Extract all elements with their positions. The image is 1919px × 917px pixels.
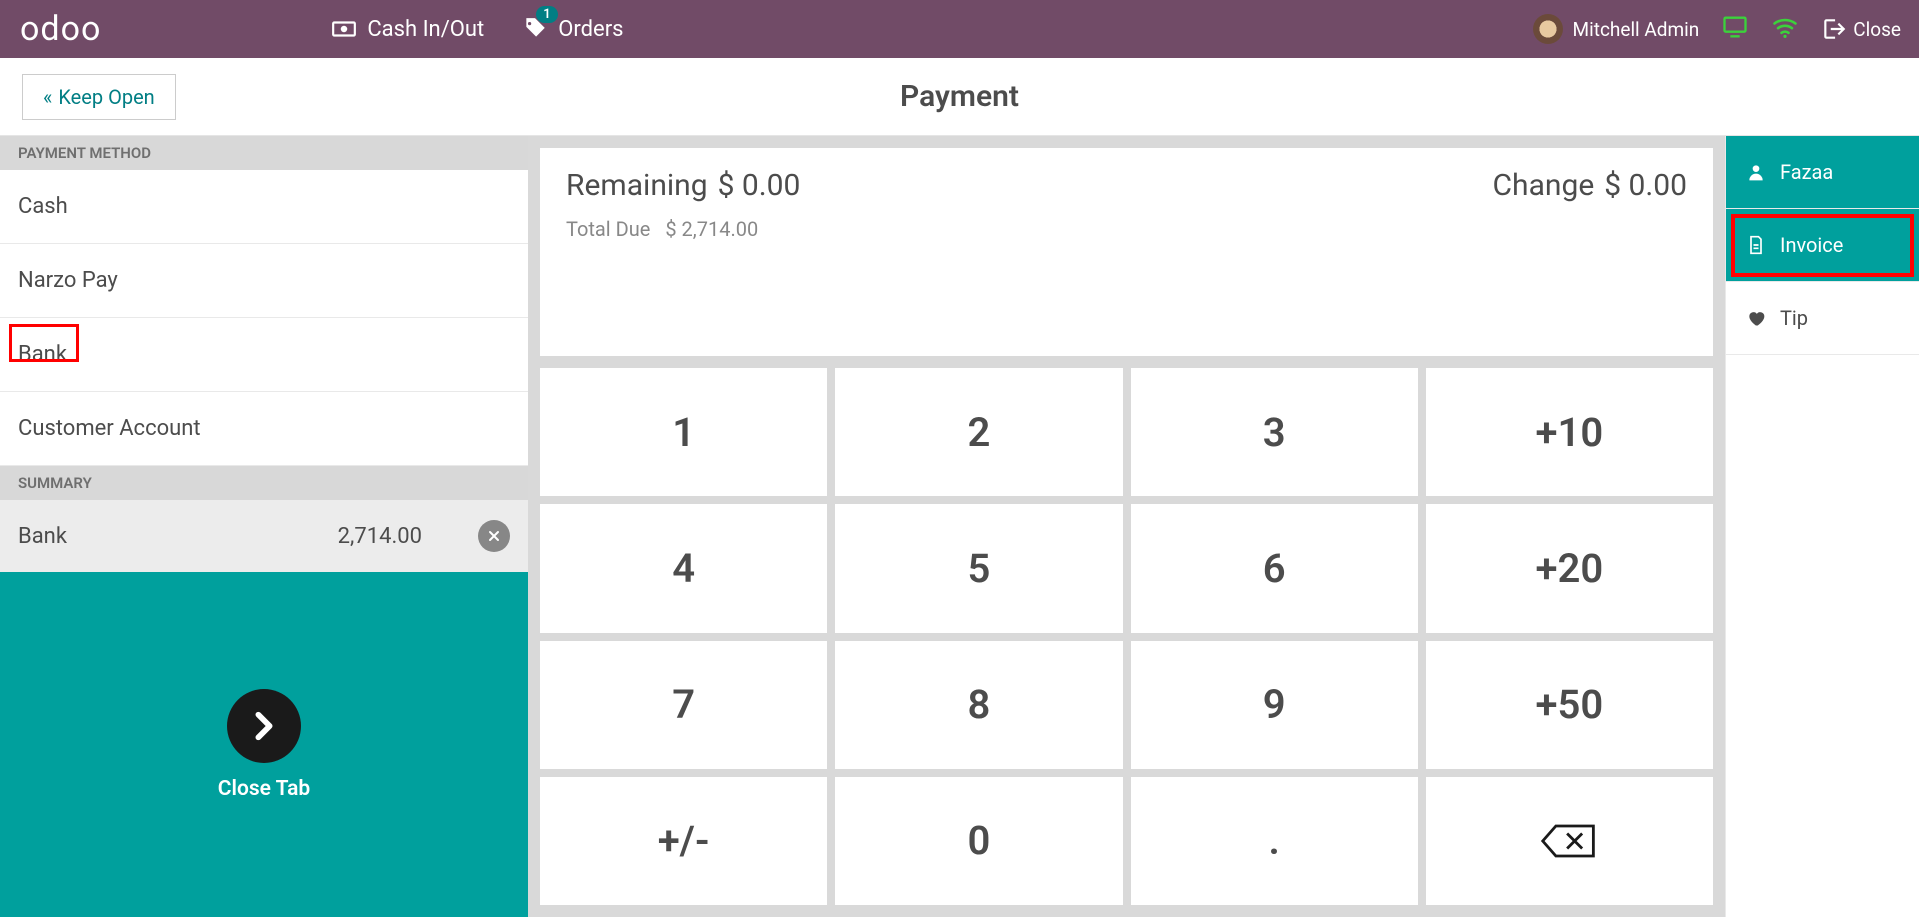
numpad-1[interactable]: 1 bbox=[540, 368, 827, 496]
logo: odoo bbox=[20, 9, 101, 49]
remaining-value: $ 0.00 bbox=[718, 168, 801, 203]
numpad-7[interactable]: 7 bbox=[540, 641, 827, 769]
summary-header: SUMMARY bbox=[0, 466, 528, 500]
summary-label: Bank bbox=[18, 524, 338, 549]
numpad-plus10[interactable]: +10 bbox=[1426, 368, 1713, 496]
close-button[interactable]: Close bbox=[1821, 16, 1901, 42]
change-value: $ 0.00 bbox=[1604, 168, 1687, 203]
chevron-left-double-icon: « bbox=[43, 85, 52, 109]
numpad-plus20[interactable]: +20 bbox=[1426, 504, 1713, 632]
payment-method-cash[interactable]: Cash bbox=[0, 170, 528, 244]
numpad-5[interactable]: 5 bbox=[835, 504, 1122, 632]
keep-open-label: Keep Open bbox=[58, 85, 154, 109]
payment-method-bank[interactable]: Bank bbox=[0, 318, 528, 392]
logo-text: odoo bbox=[20, 9, 101, 49]
payment-method-customer-account[interactable]: Customer Account bbox=[0, 392, 528, 466]
customer-label: Fazaa bbox=[1780, 160, 1833, 184]
logout-icon bbox=[1821, 16, 1847, 42]
wifi-icon[interactable] bbox=[1771, 13, 1799, 45]
amount-panel: Remaining $ 0.00 Change $ 0.00 Total Due… bbox=[540, 148, 1713, 356]
customer-button[interactable]: Fazaa bbox=[1726, 136, 1919, 209]
orders-button[interactable]: 1 Orders bbox=[522, 16, 623, 42]
numpad-plus50[interactable]: +50 bbox=[1426, 641, 1713, 769]
summary-row[interactable]: Bank 2,714.00 bbox=[0, 500, 528, 572]
summary-delete-button[interactable] bbox=[478, 520, 510, 552]
invoice-label: Invoice bbox=[1780, 233, 1843, 257]
invoice-wrap: Invoice bbox=[1726, 209, 1919, 282]
backspace-icon bbox=[1539, 821, 1599, 861]
chevron-right-icon bbox=[247, 709, 281, 743]
change: Change $ 0.00 bbox=[1493, 168, 1687, 203]
numpad: 1 2 3 +10 4 5 6 +20 7 8 9 +50 +/- 0 . bbox=[540, 368, 1713, 905]
topbar: odoo Cash In/Out 1 Orders Mitchell Admin… bbox=[0, 0, 1919, 58]
change-label: Change bbox=[1493, 168, 1595, 203]
person-icon bbox=[1746, 162, 1766, 182]
heart-icon bbox=[1746, 308, 1766, 328]
invoice-button[interactable]: Invoice bbox=[1726, 209, 1919, 282]
payment-method-bank-label: Bank bbox=[18, 342, 67, 367]
validate-button[interactable]: Close Tab bbox=[0, 572, 528, 917]
validate-circle bbox=[227, 689, 301, 763]
numpad-0[interactable]: 0 bbox=[835, 777, 1122, 905]
orders-icon-wrap: 1 bbox=[522, 16, 548, 42]
close-icon bbox=[486, 528, 502, 544]
numpad-dot[interactable]: . bbox=[1131, 777, 1418, 905]
numpad-sign[interactable]: +/- bbox=[540, 777, 827, 905]
tip-button[interactable]: Tip bbox=[1726, 282, 1919, 355]
monitor-icon[interactable] bbox=[1721, 13, 1749, 45]
validate-label: Close Tab bbox=[218, 777, 310, 801]
total-due: Total Due $ 2,714.00 bbox=[566, 217, 1687, 241]
remaining-label: Remaining bbox=[566, 168, 708, 203]
document-icon bbox=[1746, 235, 1766, 255]
topbar-center: Cash In/Out 1 Orders bbox=[331, 16, 623, 42]
numpad-4[interactable]: 4 bbox=[540, 504, 827, 632]
numpad-2[interactable]: 2 bbox=[835, 368, 1122, 496]
cash-in-out-button[interactable]: Cash In/Out bbox=[331, 16, 484, 42]
cash-icon bbox=[331, 16, 357, 42]
amount-top: Remaining $ 0.00 Change $ 0.00 bbox=[566, 168, 1687, 203]
right-panel: Fazaa Invoice Tip bbox=[1725, 136, 1919, 917]
numpad-9[interactable]: 9 bbox=[1131, 641, 1418, 769]
numpad-backspace[interactable] bbox=[1426, 777, 1713, 905]
summary-amount: 2,714.00 bbox=[338, 524, 422, 549]
total-due-label: Total Due bbox=[566, 217, 650, 241]
cash-label: Cash In/Out bbox=[367, 17, 484, 42]
close-label: Close bbox=[1853, 18, 1901, 41]
payment-method-header: PAYMENT METHOD bbox=[0, 136, 528, 170]
numpad-6[interactable]: 6 bbox=[1131, 504, 1418, 632]
numpad-8[interactable]: 8 bbox=[835, 641, 1122, 769]
topbar-right: Mitchell Admin Close bbox=[1533, 13, 1919, 45]
total-due-value: $ 2,714.00 bbox=[665, 217, 758, 241]
center-panel: Remaining $ 0.00 Change $ 0.00 Total Due… bbox=[528, 136, 1725, 917]
payment-method-narzo-pay[interactable]: Narzo Pay bbox=[0, 244, 528, 318]
left-panel: PAYMENT METHOD Cash Narzo Pay Bank Custo… bbox=[0, 136, 528, 917]
page-title: Payment bbox=[900, 79, 1019, 114]
orders-label: Orders bbox=[558, 17, 623, 42]
main: PAYMENT METHOD Cash Narzo Pay Bank Custo… bbox=[0, 136, 1919, 917]
tip-label: Tip bbox=[1780, 306, 1808, 330]
user-menu[interactable]: Mitchell Admin bbox=[1533, 14, 1700, 44]
subheader: « Keep Open Payment bbox=[0, 58, 1919, 136]
orders-badge: 1 bbox=[536, 6, 557, 23]
keep-open-button[interactable]: « Keep Open bbox=[22, 74, 176, 120]
numpad-3[interactable]: 3 bbox=[1131, 368, 1418, 496]
user-name: Mitchell Admin bbox=[1573, 18, 1700, 41]
avatar bbox=[1533, 14, 1563, 44]
remaining: Remaining $ 0.00 bbox=[566, 168, 800, 203]
